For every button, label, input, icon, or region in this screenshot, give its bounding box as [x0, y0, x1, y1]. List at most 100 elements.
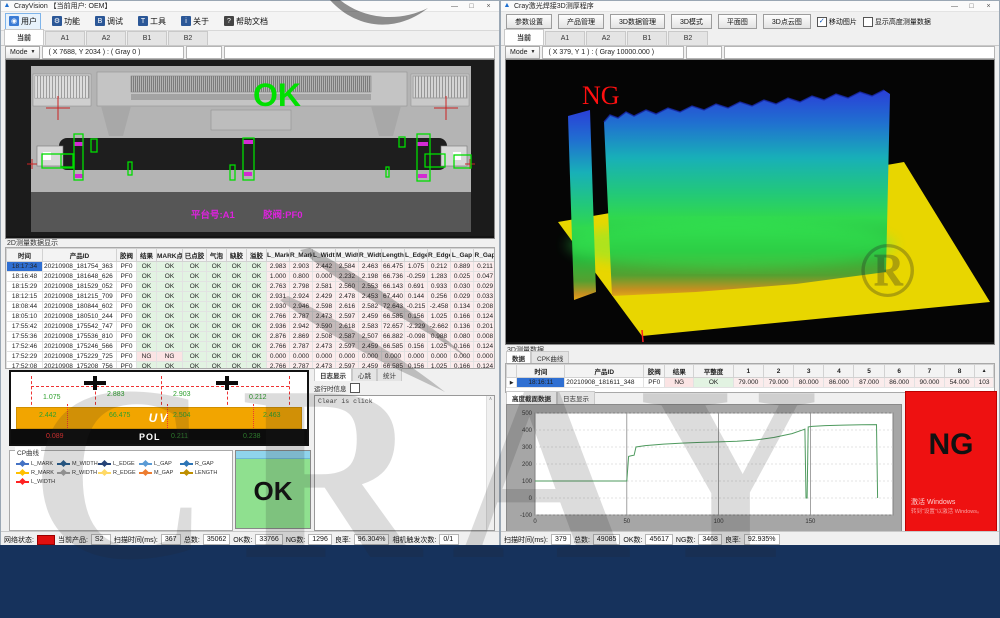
status-label: 相机触发次数:	[392, 535, 436, 545]
3D数据管理-button[interactable]: 3D数据管理	[610, 14, 665, 29]
tab-B2[interactable]: B2	[668, 31, 708, 45]
tab-当前[interactable]: 当前	[4, 29, 44, 45]
pol-label: POL	[139, 432, 161, 442]
tab-B1[interactable]: B1	[627, 31, 667, 45]
col-L_Edge: L_Edge	[405, 249, 428, 262]
table-row[interactable]: 17:55:3620210908_175536_810PF0OKOKOKOKOK…	[7, 332, 496, 342]
table-row[interactable]: 18:16:4820210908_181648_626PF0OKOKOKOKOK…	[7, 272, 496, 282]
tab-stats[interactable]: 统计	[377, 368, 402, 381]
log-scrollbar[interactable]: ∧	[486, 396, 494, 530]
table-row[interactable]: 18:12:1520210908_181215_709PF0OKOKOKOKOK…	[7, 292, 496, 302]
close-icon[interactable]: ×	[480, 3, 497, 10]
cell-status: OK	[207, 322, 227, 332]
cell-value: 0.030	[451, 282, 474, 292]
cell-value: 0.211	[474, 262, 496, 272]
cell-valve: PF0	[117, 292, 137, 302]
cp-curve-legend: L_MARKM_WIDTHL_EDGEL_GAPR_GAPR_MARKR_WID…	[10, 451, 232, 486]
col-selector	[507, 365, 517, 378]
cell-product-id: 20210908_181754_363	[43, 262, 117, 272]
status-value: S2	[91, 534, 111, 545]
tab-A1[interactable]: A1	[45, 31, 85, 45]
cell-status: NG	[157, 352, 183, 362]
cell-value: 0.000	[405, 352, 428, 362]
cell-value-partial: 103	[975, 378, 994, 388]
cell-status: OK	[247, 332, 267, 342]
svg-text:150: 150	[805, 519, 816, 525]
checkbox-显示高度测量数据[interactable]: 显示高度测量数据	[863, 17, 931, 27]
tab-height-profile[interactable]: 高度截面数据	[506, 391, 557, 404]
3D点云图-button[interactable]: 3D点云图	[763, 14, 811, 29]
menu-item-调试[interactable]: B调试	[91, 13, 127, 30]
table-row[interactable]: 18:17:3420210908_181754_363PF0OKOKOKOKOK…	[7, 262, 496, 272]
maximize-icon[interactable]: □	[463, 3, 480, 10]
status-value: 92.935%	[744, 534, 780, 545]
table-row[interactable]: 18:05:1020210908_180510_244PF0OKOKOKOKOK…	[7, 312, 496, 322]
table-row[interactable]: ▶18:16:1120210908_181611_348PF0NGOK79.00…	[507, 378, 994, 388]
col-产品ID: 产品ID	[565, 365, 644, 378]
runtime-info-checkbox[interactable]	[350, 383, 360, 393]
tab-B2[interactable]: B2	[168, 31, 208, 45]
2d-measure-table[interactable]: 时间产品ID胶阀结果MARK点已点胶气泡缺胶溢胶L_MarkR_MarkL_Wi…	[5, 247, 495, 369]
minimize-icon[interactable]: —	[446, 3, 463, 10]
log-textarea[interactable]: Clear is click ∧	[314, 395, 495, 531]
menu-item-工具[interactable]: T工具	[134, 13, 170, 30]
tab-A2[interactable]: A2	[586, 31, 626, 45]
cell-value: 0.800	[290, 272, 313, 282]
cell-value: 2.946	[290, 302, 313, 312]
col-R_Edge: R_Edge	[428, 249, 451, 262]
3D模式-button[interactable]: 3D模式	[671, 14, 712, 29]
activate-windows-text: 激活 Windows	[906, 497, 996, 507]
table-row[interactable]: 17:55:4220210908_175542_747PF0OKOKOKOKOK…	[7, 322, 496, 332]
cell-value: 2.560	[336, 282, 359, 292]
产品管理-button[interactable]: 产品管理	[558, 14, 604, 29]
menu-item-label: 关于	[193, 16, 209, 27]
tab-heartbeat[interactable]: 心跳	[352, 368, 377, 381]
table-row[interactable]: 17:52:2920210908_175229_725PF0NGNGOKOKOK…	[7, 352, 496, 362]
tab-log[interactable]: 日志显示	[557, 391, 595, 404]
cell-status: OK	[183, 352, 207, 362]
参数设置-button[interactable]: 参数设置	[506, 14, 552, 29]
height-profile-tabs: 高度截面数据 日志显示	[506, 393, 595, 404]
mode-dropdown[interactable]: Mode▼	[5, 46, 40, 59]
tab-A1[interactable]: A1	[545, 31, 585, 45]
status-label: 扫描时间(ms):	[504, 535, 548, 545]
tab-当前[interactable]: 当前	[504, 29, 544, 45]
col-5: 5	[854, 365, 884, 378]
cell-value: 0.000	[359, 352, 382, 362]
cell-product-id: 20210908_175229_725	[43, 352, 117, 362]
平面图-button[interactable]: 平面图	[718, 14, 757, 29]
minimize-icon[interactable]: —	[946, 3, 963, 10]
cell-value: 72.657	[382, 322, 405, 332]
col-M_Width: M_Width	[336, 249, 359, 262]
3d-measure-table[interactable]: 时间产品ID胶阀结果平整度12345678▲▶18:16:1120210908_…	[505, 363, 995, 393]
menu-item-关于[interactable]: i关于	[177, 13, 213, 30]
dim-r-mark: 0.212	[249, 394, 267, 401]
close-icon[interactable]: ×	[980, 3, 997, 10]
tab-B1[interactable]: B1	[127, 31, 167, 45]
menu-item-功能[interactable]: ⚙功能	[48, 13, 84, 30]
height-profile-chart[interactable]: -1000100200300400500050100150	[506, 404, 902, 534]
table-row[interactable]: 17:52:0820210908_175208_756PF0OKOKOKOKOK…	[7, 362, 496, 370]
mode-dropdown[interactable]: Mode▼	[505, 46, 540, 59]
height-map-3d-view[interactable]: NG	[505, 59, 995, 345]
cell-valve: PF0	[117, 282, 137, 292]
cell-status: OK	[157, 262, 183, 272]
tab-A2[interactable]: A2	[86, 31, 126, 45]
cell-value: 2.931	[267, 292, 290, 302]
legend-marker	[57, 472, 70, 474]
status-label: OK数:	[233, 535, 252, 545]
tab-log[interactable]: 日志显示	[314, 368, 352, 381]
cell-time: 17:55:42	[7, 322, 43, 332]
maximize-icon[interactable]: □	[963, 3, 980, 10]
checkbox-移动图片[interactable]: ✓移动图片	[817, 17, 857, 27]
cell-status: OK	[227, 332, 247, 342]
svg-text:200: 200	[522, 462, 533, 468]
camera-image-view[interactable]: OK 平台号:A1 胶阀:PF0	[5, 59, 495, 239]
menu-item-用户[interactable]: ◉用户	[5, 13, 41, 30]
menu-item-帮助文档[interactable]: ?帮助文档	[220, 13, 272, 30]
table-row[interactable]: 18:08:4420210908_180844_602PF0OKOKOKOKOK…	[7, 302, 496, 312]
cell-result: NG	[665, 378, 694, 388]
table-row[interactable]: 18:15:2920210908_181529_052PF0OKOKOKOKOK…	[7, 282, 496, 292]
table-row[interactable]: 17:52:4620210908_175246_566PF0OKOKOKOKOK…	[7, 342, 496, 352]
legend-marker	[180, 463, 193, 465]
